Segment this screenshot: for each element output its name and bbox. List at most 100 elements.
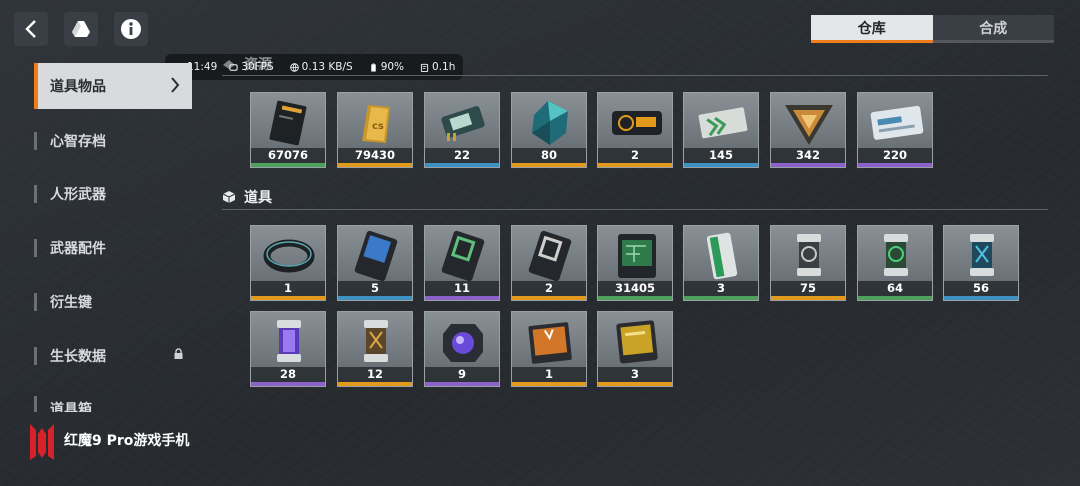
brand-watermark: 红魔9 Pro游戏手机 [28, 420, 189, 460]
datacard-icon [354, 230, 398, 282]
ticket-icon [269, 100, 307, 146]
sidebar-item-label: 道具物品 [50, 79, 106, 95]
item-slot[interactable]: 5 [337, 225, 413, 301]
section-divider [222, 209, 1048, 210]
pass-icon [870, 105, 924, 140]
item-slot[interactable]: 28 [250, 311, 326, 387]
sidebar-item-mind-archive[interactable]: 心智存档 [34, 118, 192, 164]
resource-slot[interactable]: 220 [857, 92, 933, 168]
rarity-bar [684, 296, 758, 300]
item-slot[interactable]: 31405 [597, 225, 673, 301]
sidebar-item-derivative-keys[interactable]: 衍生键 [34, 279, 192, 325]
rarity-bar [771, 296, 845, 300]
sidebar-item-props[interactable]: 道具物品 [34, 63, 192, 109]
back-button[interactable] [14, 12, 48, 46]
rarity-bar [858, 163, 932, 167]
item-slot[interactable]: 1 [250, 225, 326, 301]
item-count: 2 [512, 281, 586, 296]
token-icon [698, 107, 748, 139]
battery-text: 90% [380, 61, 405, 73]
resource-slot[interactable]: 22 [424, 92, 500, 168]
sidebar-marker [34, 132, 37, 150]
item-slot[interactable]: 2 [511, 225, 587, 301]
sidebar-marker [34, 396, 37, 412]
drive-button[interactable] [64, 12, 98, 46]
item-slot[interactable]: 1 [511, 311, 587, 387]
sidebar-marker [34, 347, 37, 365]
red-magic-logo-icon [30, 424, 54, 460]
tab-synthesis[interactable]: 合成 [932, 15, 1054, 43]
sidebar-item-growth-data[interactable]: 生长数据 [34, 333, 192, 379]
info-button[interactable] [114, 12, 148, 46]
board-icon [618, 234, 656, 278]
sidebar-item-label: 心智存档 [50, 134, 106, 150]
item-slot[interactable]: 56 [943, 225, 1019, 301]
battery-status: 90% [369, 61, 404, 73]
sidebar-item-item-box[interactable]: 道具箱 [34, 386, 192, 412]
rarity-bar [598, 163, 672, 167]
crystal-icon [532, 101, 568, 145]
item-slot[interactable]: 75 [770, 225, 846, 301]
brand-text: 红魔9 Pro游戏手机 [64, 433, 190, 449]
canister-icon [970, 234, 994, 276]
sidebar-item-weapons[interactable]: 人形武器 [34, 171, 192, 217]
item-slot[interactable]: 64 [857, 225, 933, 301]
chip-icon [441, 106, 485, 141]
resource-slot[interactable]: 80 [511, 92, 587, 168]
resource-slot[interactable]: 67076 [250, 92, 326, 168]
rarity-bar [425, 163, 499, 167]
cube-icon [222, 191, 236, 203]
gold-bar-icon: cs [362, 105, 390, 143]
sidebar-item-attachments[interactable]: 武器配件 [34, 225, 192, 271]
lock-icon [174, 348, 183, 359]
orb-icon [443, 324, 483, 362]
item-count: 1 [512, 367, 586, 382]
rarity-bar [425, 296, 499, 300]
resource-slot[interactable]: 2 [597, 92, 673, 168]
rarity-bar [858, 296, 932, 300]
gold-card-icon [616, 320, 658, 364]
item-count: 5 [338, 281, 412, 296]
timer-icon [420, 63, 429, 72]
duration-text: 0.1h [432, 61, 456, 73]
resource-slot[interactable]: 145 [683, 92, 759, 168]
item-slot[interactable]: 12 [337, 311, 413, 387]
item-count: 31405 [598, 281, 672, 296]
item-count: 2 [598, 148, 672, 163]
ring-icon [263, 239, 315, 273]
item-count: 1 [251, 281, 325, 296]
item-slot[interactable]: 9 [424, 311, 500, 387]
sidebar-marker [34, 293, 37, 311]
tab-warehouse[interactable]: 仓库 [811, 15, 933, 43]
item-slot[interactable]: 3 [597, 311, 673, 387]
resource-slot[interactable]: cs 79430 [337, 92, 413, 168]
section-title: 资源 [244, 57, 272, 73]
sidebar-item-label: 衍生键 [50, 295, 92, 311]
rarity-bar [598, 296, 672, 300]
rarity-bar [944, 296, 1018, 300]
rarity-bar [425, 382, 499, 386]
resource-slot[interactable]: 342 [770, 92, 846, 168]
performance-overlay: 11:49 30FPS 0.13 KB/S 90% 0.1h [165, 54, 463, 80]
rarity-bar [251, 163, 325, 167]
item-count: 75 [771, 281, 845, 296]
triangle-icon [785, 105, 833, 145]
rarity-bar [251, 382, 325, 386]
item-count: 12 [338, 367, 412, 382]
item-count: 28 [251, 367, 325, 382]
active-indicator [34, 63, 38, 109]
item-count: 79430 [338, 148, 412, 163]
tab-bar: 仓库 合成 [811, 15, 1054, 43]
duration-status: 0.1h [420, 61, 455, 73]
battery-icon [370, 62, 376, 72]
item-slot[interactable]: 3 [683, 225, 759, 301]
item-slot[interactable]: 11 [424, 225, 500, 301]
item-count: 56 [944, 281, 1018, 296]
sidebar-item-label: 生长数据 [50, 349, 106, 365]
card-icon [612, 111, 662, 135]
item-count: 80 [512, 148, 586, 163]
item-count: 67076 [251, 148, 325, 163]
rarity-bar [338, 296, 412, 300]
canister-icon [884, 234, 908, 276]
rarity-bar [512, 296, 586, 300]
